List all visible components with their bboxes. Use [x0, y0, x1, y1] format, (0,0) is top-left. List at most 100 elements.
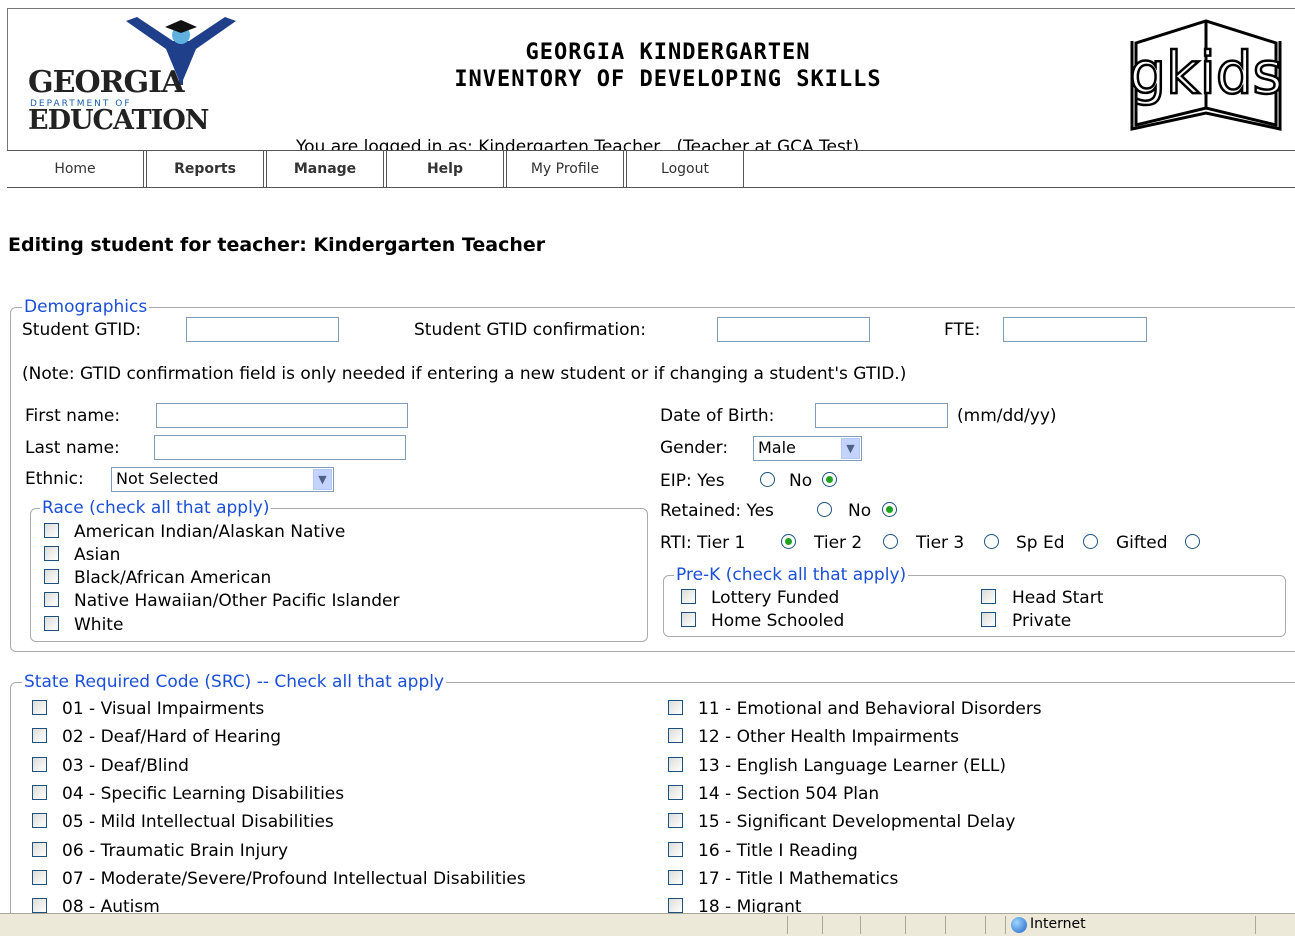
src-option-checkbox[interactable] [668, 700, 683, 715]
race-option-checkbox[interactable] [44, 523, 59, 538]
src-option-label: 11 - Emotional and Behavioral Disorders [698, 699, 1042, 719]
chevron-down-icon[interactable]: ▼ [841, 438, 860, 459]
security-zone-label: Internet [1030, 916, 1086, 932]
gender-select[interactable]: Male ▼ [753, 436, 862, 461]
prek-homeschool-checkbox[interactable] [681, 612, 696, 627]
rti-tier2-radio[interactable] [883, 534, 898, 549]
page-title: Editing student for teacher: Kindergarte… [8, 234, 546, 256]
src-option-label: 05 - Mild Intellectual Disabilities [62, 812, 334, 833]
src-option-label: 13 - English Language Learner (ELL) [698, 755, 1006, 776]
src-option-checkbox[interactable] [32, 784, 47, 800]
rti-tier1-radio[interactable] [781, 534, 796, 549]
main-nav: Home Reports Manage Help My Profile Logo… [7, 150, 1295, 188]
eip-no-label: No [789, 471, 813, 491]
site-title-line1: GEORGIA KINDERGARTEN [525, 40, 811, 65]
ethnic-select[interactable]: Not Selected ▼ [111, 467, 334, 492]
prek-legend: Pre-K (check all that apply) [674, 565, 909, 585]
rti-label: RTI: Tier 1 [660, 533, 746, 553]
browser-status-bar: Internet [0, 913, 1295, 936]
last-name-label: Last name: [25, 438, 120, 458]
race-option-label: Black/African American [74, 568, 272, 588]
race-option-label: Asian [74, 545, 121, 565]
src-option-label: 02 - Deaf/Hard of Hearing [62, 727, 282, 748]
rti-gifted-radio[interactable] [1185, 534, 1200, 549]
site-title-line2: INVENTORY OF DEVELOPING SKILLS [454, 67, 882, 92]
rti-sped-radio[interactable] [1083, 534, 1098, 549]
prek-lottery-checkbox[interactable] [681, 589, 696, 604]
src-option-label: 04 - Specific Learning Disabilities [62, 783, 345, 804]
src-option-checkbox[interactable] [32, 869, 47, 885]
src-option-label: 15 - Significant Developmental Delay [698, 812, 1016, 833]
src-option-checkbox[interactable] [668, 869, 683, 885]
first-name-input[interactable] [156, 403, 408, 428]
eip-no-radio[interactable] [822, 472, 837, 487]
prek-private-label: Private [1012, 611, 1072, 631]
eip-label: EIP: Yes [660, 471, 725, 491]
src-option-checkbox[interactable] [32, 728, 47, 744]
gtid-input[interactable] [186, 317, 339, 342]
src-option-checkbox[interactable] [668, 813, 683, 829]
src-legend: State Required Code (SRC) -- Check all t… [22, 672, 447, 692]
src-option-checkbox[interactable] [32, 841, 47, 857]
demographics-legend: Demographics [22, 297, 150, 317]
race-option-checkbox[interactable] [44, 616, 59, 631]
fte-input[interactable] [1003, 317, 1147, 342]
internet-zone-globe-icon [1011, 917, 1027, 933]
retained-no-radio[interactable] [882, 502, 897, 517]
gtid-confirm-label: Student GTID confirmation: [414, 320, 646, 340]
rti-tier3-label: Tier 3 [916, 533, 965, 553]
retained-yes-radio[interactable] [817, 502, 832, 517]
race-option-checkbox[interactable] [44, 569, 59, 584]
prek-headstart-label: Head Start [1012, 588, 1104, 608]
status-divider [905, 916, 906, 934]
race-option-checkbox[interactable] [44, 592, 59, 607]
eip-yes-radio[interactable] [760, 472, 775, 487]
nav-home[interactable]: Home [7, 151, 144, 187]
fte-label: FTE: [944, 320, 981, 340]
first-name-label: First name: [25, 406, 121, 426]
nav-logout[interactable]: Logout [626, 151, 744, 187]
status-divider [822, 916, 823, 934]
gtid-note: (Note: GTID confirmation field is only n… [22, 364, 907, 384]
chevron-down-icon[interactable]: ▼ [313, 469, 332, 490]
gender-label: Gender: [660, 438, 729, 458]
site-title: GEORGIA KINDERGARTEN INVENTORY OF DEVELO… [338, 39, 998, 93]
race-option-label: American Indian/Alaskan Native [74, 522, 346, 542]
dob-input[interactable] [815, 403, 948, 428]
rti-sped-label: Sp Ed [1016, 533, 1065, 553]
prek-private-checkbox[interactable] [981, 612, 996, 627]
src-option-checkbox[interactable] [668, 756, 683, 772]
gtid-label: Student GTID: [22, 320, 142, 340]
nav-help[interactable]: Help [386, 151, 504, 187]
src-option-checkbox[interactable] [668, 841, 683, 857]
prek-headstart-checkbox[interactable] [981, 589, 996, 604]
src-option-label: 06 - Traumatic Brain Injury [62, 840, 289, 861]
src-option-label: 17 - Title I Mathematics [698, 868, 899, 889]
race-option-checkbox[interactable] [44, 546, 59, 561]
src-option-checkbox[interactable] [668, 728, 683, 744]
src-option-checkbox[interactable] [32, 756, 47, 772]
status-divider [860, 916, 861, 934]
src-option-checkbox[interactable] [32, 898, 47, 914]
gkids-logo: gkids [1126, 13, 1286, 133]
gtid-confirm-input[interactable] [717, 317, 870, 342]
georgia-doe-logo: GEORGIA DEPARTMENT OF EDUCATION [26, 15, 256, 136]
status-divider [985, 916, 986, 934]
status-divider [1255, 916, 1256, 934]
src-option-label: 12 - Other Health Impairments [698, 727, 959, 748]
rti-gifted-label: Gifted [1116, 533, 1168, 553]
last-name-input[interactable] [154, 435, 406, 460]
src-option-checkbox[interactable] [32, 813, 47, 829]
nav-manage[interactable]: Manage [266, 151, 384, 187]
status-divider [1005, 916, 1006, 934]
src-option-checkbox[interactable] [32, 700, 47, 715]
status-divider [787, 916, 788, 934]
nav-my-profile[interactable]: My Profile [506, 151, 624, 187]
retained-no-label: No [848, 501, 872, 521]
src-option-checkbox[interactable] [668, 784, 683, 800]
ethnic-label: Ethnic: [25, 469, 84, 489]
rti-tier3-radio[interactable] [984, 534, 999, 549]
nav-reports[interactable]: Reports [146, 151, 264, 187]
gkids-book-icon: gkids [1128, 19, 1284, 131]
src-option-checkbox[interactable] [668, 898, 683, 914]
